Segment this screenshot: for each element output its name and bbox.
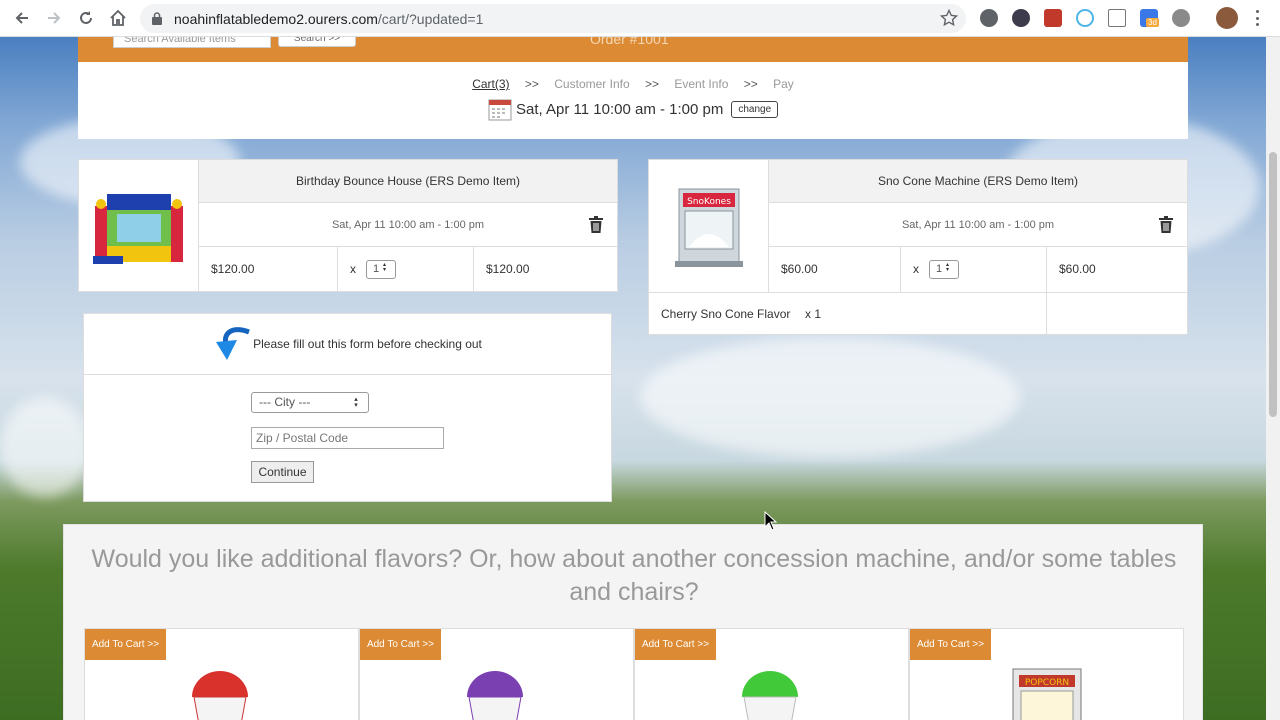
cart-item-title: Sno Cone Machine (ERS Demo Item) [769,160,1187,203]
back-arrow-icon [15,12,28,24]
popcorn-machine-icon: POPCORN [1012,668,1082,720]
extension-badge: 3d [1146,18,1159,27]
order-number: Order #1001 [590,37,669,47]
scrollbar-thumb[interactable] [1269,152,1277,417]
address-bar[interactable]: noahinflatabledemo2.ourers.com/cart/?upd… [140,4,966,33]
cart-item-qty-cell: x1 [901,247,1047,292]
url-path: /cart/?updated=1 [377,11,484,27]
cart-item-title: Birthday Bounce House (ERS Demo Item) [199,160,617,203]
page-content: Search Available Items Search >> Order #… [0,37,1266,720]
profile-avatar[interactable] [1216,7,1238,29]
url-host: noahinflatabledemo2.ourers.com [174,11,378,27]
cart-item-price: $60.00 [769,247,901,292]
qty-select[interactable]: 1 [929,260,959,280]
cart-item-price: $120.00 [199,247,338,292]
trash-icon[interactable] [589,216,603,233]
order-header-bar: Search Available Items Search >> Order #… [78,37,1188,62]
lock-icon [152,12,162,25]
step-pay[interactable]: Pay [773,77,794,91]
green-snocone-icon [742,671,798,720]
step-separator: >> [743,77,758,91]
step-separator: >> [644,77,659,91]
add-to-cart-button[interactable]: Add To Cart >> [910,629,991,660]
event-date-bar: Sat, Apr 11 10:00 am - 1:00 pm change [488,97,779,121]
upsell-product: Add To Cart >> [84,628,359,720]
curved-arrow-icon [216,327,250,360]
event-date-text: Sat, Apr 11 10:00 am - 1:00 pm [516,100,724,118]
trash-icon[interactable] [1159,216,1173,233]
form-prompt: Please fill out this form before checkin… [84,314,611,375]
city-select[interactable]: --- City --- [251,392,369,413]
extension-react-icon[interactable] [1076,9,1094,27]
bounce-house-icon [92,194,183,264]
bookmark-star-icon[interactable] [940,9,958,27]
reload-icon [80,11,92,24]
sno-cone-machine-icon: SnoKones [674,188,743,267]
svg-text:SnoKones: SnoKones [687,197,731,207]
search-input[interactable]: Search Available Items [113,37,271,48]
zip-input[interactable]: Zip / Postal Code [251,427,444,449]
cart-item-pricing-row: $60.00 x1 $60.00 [769,247,1187,292]
extension-c-icon[interactable] [1108,9,1126,27]
home-button[interactable] [108,8,128,28]
step-separator: >> [524,77,539,91]
browser-menu-icon[interactable] [1254,10,1260,26]
delivery-location-form: Please fill out this form before checkin… [83,313,612,502]
extension-gear-icon[interactable] [1172,9,1190,27]
upsell-product: Add To Cart >> [634,628,909,720]
step-event-info[interactable]: Event Info [674,77,728,91]
addon-qty: x 1 [805,307,822,321]
cart-addon-row: Cherry Sno Cone Flavor x 1 [649,292,1187,336]
extension-k-icon[interactable] [1012,9,1030,27]
add-to-cart-button[interactable]: Add To Cart >> [85,629,166,660]
cart-item-bounce-house: Birthday Bounce House (ERS Demo Item) Sa… [78,159,618,292]
upsell-heading: Would you like additional flavors? Or, h… [91,545,1177,606]
mouse-cursor-icon [764,511,778,531]
cart-item-time: Sat, Apr 11 10:00 am - 1:00 pm [769,203,1187,247]
background-cloud [640,337,1020,457]
upsell-product: Add To Cart >> POPCORN [909,628,1184,720]
cart-item-total: $120.00 [486,262,530,276]
cart-item-time: Sat, Apr 11 10:00 am - 1:00 pm [199,203,617,247]
qty-select[interactable]: 1 [366,260,396,280]
form-prompt-text: Please fill out this form before checkin… [253,337,482,351]
reload-button[interactable] [76,8,96,28]
bounce-house-thumbnail [79,160,199,292]
forward-arrow-icon [48,12,61,24]
page-scrollbar[interactable] [1266,37,1280,720]
cart-item-pricing-row: $120.00 x1 $120.00 [199,247,617,292]
qty-prefix: x [913,262,919,276]
addon-name: Cherry Sno Cone Flavor [661,307,791,321]
search-button[interactable]: Search >> [278,37,356,47]
cart-item-total: $60.00 [1059,262,1096,276]
upsell-section: Would you like additional flavors? Or, h… [63,524,1203,720]
forward-button[interactable] [44,8,64,28]
checkout-steps: Cart(3) >> Customer Info >> Event Info >… [78,77,1188,91]
continue-button[interactable]: Continue [251,461,314,483]
browser-toolbar: noahinflatabledemo2.ourers.com/cart/?upd… [0,0,1280,37]
cart-item-qty-cell: x1 [338,247,474,292]
addon-divider [1046,293,1047,336]
background-cloud [0,397,90,497]
change-date-button[interactable]: change [731,100,779,118]
upsell-product: Add To Cart >> [359,628,634,720]
url-text: noahinflatabledemo2.ourers.com/cart/?upd… [174,11,483,27]
step-customer-info[interactable]: Customer Info [554,77,629,91]
sno-cone-machine-thumbnail: SnoKones [649,160,769,292]
extension-refresh-icon[interactable] [980,9,998,27]
svg-text:POPCORN: POPCORN [1025,678,1069,688]
checkout-steps-panel: Cart(3) >> Customer Info >> Event Info >… [78,62,1188,139]
qty-prefix: x [350,262,356,276]
extension-calendar-icon[interactable]: 3d [1140,9,1159,27]
red-snocone-icon [192,671,248,720]
back-button[interactable] [12,8,32,28]
add-to-cart-button[interactable]: Add To Cart >> [360,629,441,660]
cart-item-sno-cone-machine: SnoKones Sno Cone Machine (ERS Demo Item… [648,159,1188,336]
calendar-icon [488,99,512,121]
add-to-cart-button[interactable]: Add To Cart >> [635,629,716,660]
purple-snocone-icon [467,671,523,720]
home-icon [110,9,126,26]
step-cart[interactable]: Cart(3) [472,77,509,91]
extension-s-icon[interactable] [1044,9,1062,27]
